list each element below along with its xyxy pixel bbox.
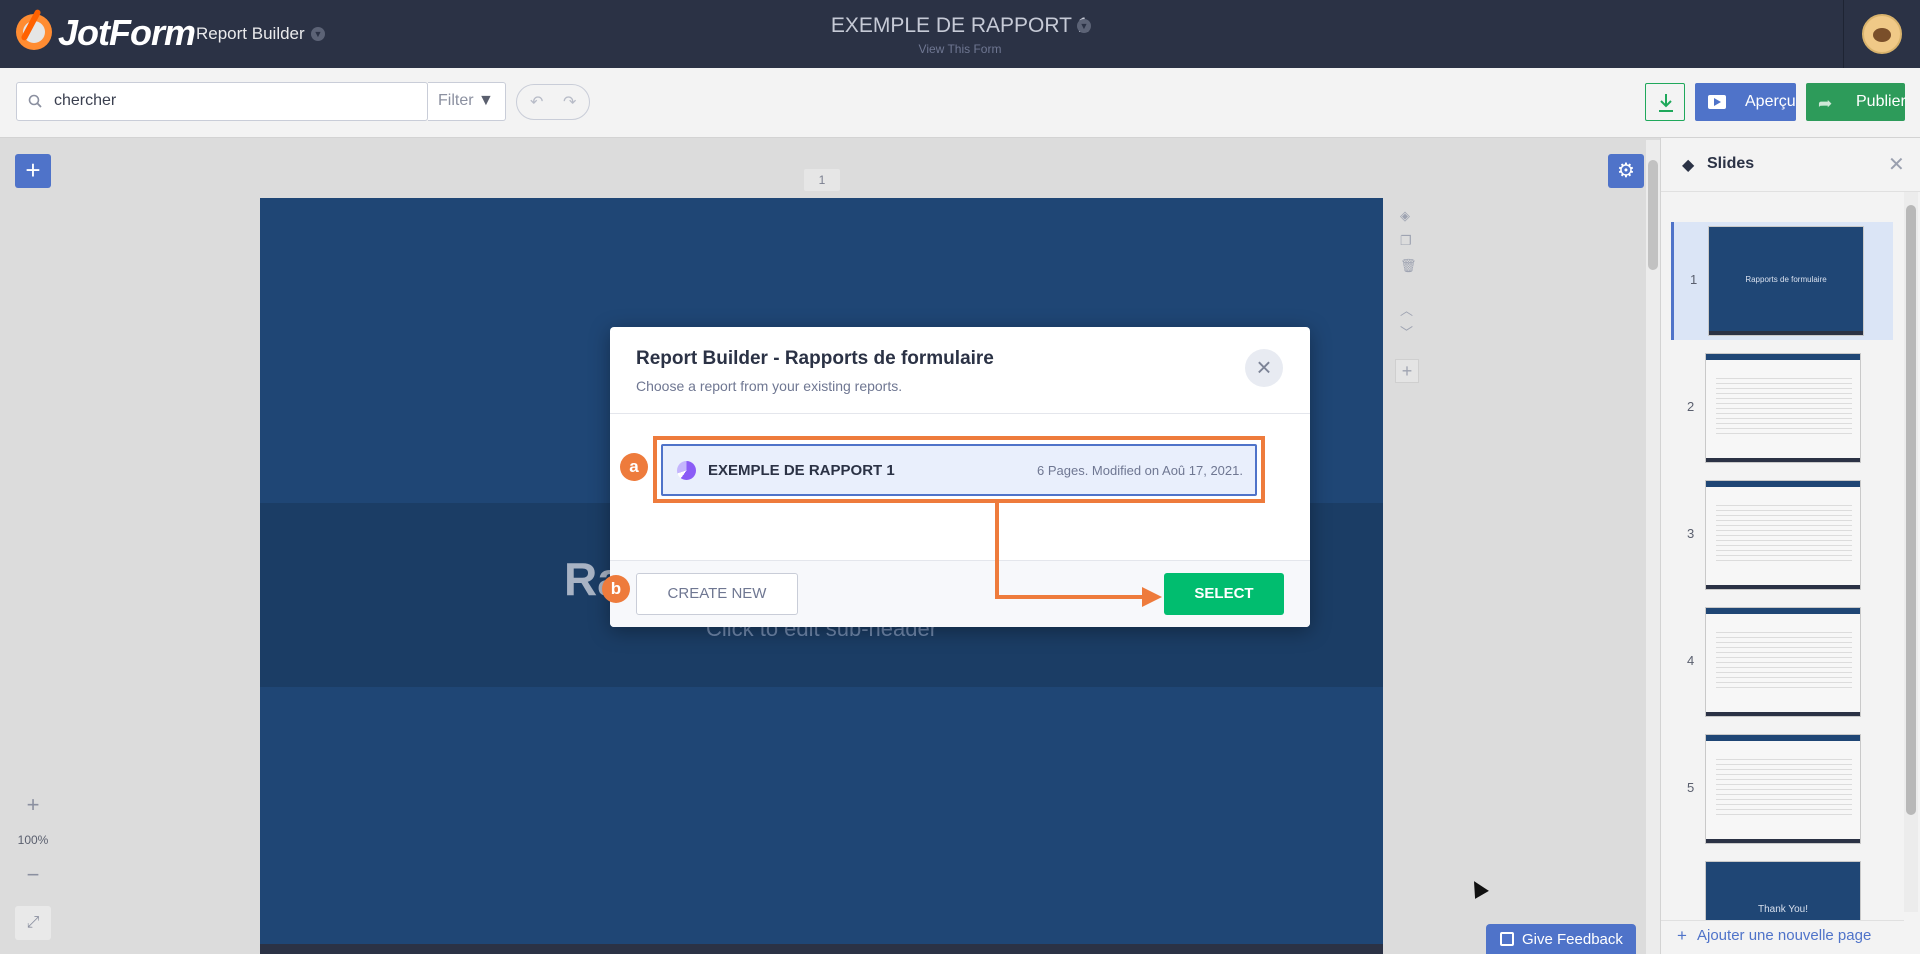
modal-title: Report Builder - Rapports de formulaire [636,348,994,369]
user-avatar[interactable] [1862,14,1902,54]
add-element-button[interactable]: + [15,154,51,188]
slide-thumbnail-item[interactable]: 5 [1671,730,1893,848]
annotation-arrow-line [995,503,999,599]
thumbnail-header [1706,735,1860,741]
move-down-icon[interactable]: ﹀ [1400,322,1413,341]
chevron-down-icon[interactable]: ▼ [311,27,325,41]
thumbnail-footer [1706,585,1860,589]
settings-gear-icon[interactable]: ⚙ [1608,154,1644,188]
annotation-arrow-head-icon [1142,587,1162,607]
zoom-out-button[interactable]: − [15,862,51,890]
thumbnail-content [1716,501,1852,561]
undo-icon[interactable]: ↶ [530,92,543,112]
modal-divider [610,413,1310,414]
close-icon[interactable]: ✕ [1888,152,1905,177]
zoom-in-button[interactable]: + [15,792,51,820]
annotation-arrow-line [995,595,1145,599]
slide-number: 4 [1687,653,1695,668]
topbar-divider [1843,0,1844,68]
redo-icon[interactable]: ↷ [563,92,576,112]
slide-thumbnail[interactable] [1705,353,1861,463]
thumbnail-title: Rapports de formulaire [1745,275,1827,284]
duplicate-icon[interactable]: ❐ [1400,233,1412,249]
thumbnail-content [1716,374,1852,434]
slide-number: 3 [1687,526,1695,541]
create-new-button[interactable]: CREATE NEW [636,573,798,615]
slide-number: 1 [1690,272,1698,287]
fullscreen-expand-icon[interactable]: ⤢ [15,906,51,940]
zoom-level: 100% [17,833,49,847]
modal-subtitle: Choose a report from your existing repor… [636,378,903,394]
slides-scrollbar-thumb[interactable] [1906,205,1916,815]
move-up-icon[interactable]: ︿ [1400,300,1413,319]
thumbnail-header [1706,608,1860,614]
slide-bottom[interactable] [260,687,1383,954]
title-chevron-down-icon[interactable]: ▼ [1077,19,1091,33]
slide-thumbnail-item[interactable]: 4 [1671,603,1893,721]
annotation-badge-b: b [602,575,630,603]
slides-panel-title: Slides [1707,155,1755,172]
plus-icon: + [1677,926,1687,945]
slide-thumbnail[interactable] [1705,734,1861,844]
feedback-edit-icon [1500,932,1514,946]
download-icon [1659,94,1673,112]
filter-label: Filter [438,92,474,109]
thumbnail-header [1706,481,1860,487]
filter-button[interactable]: Filter ▼ [428,82,506,121]
slide-thumbnail[interactable]: Rapports de formulaire [1708,226,1864,336]
search-input[interactable] [52,88,412,114]
select-button[interactable]: SELECT [1164,573,1284,615]
annotation-highlight-box [653,436,1265,503]
slide-thumbnail-item[interactable]: 1 Rapports de formulaire [1671,222,1893,340]
thumbnail-content [1716,755,1852,815]
annotation-badge-a: a [620,453,648,481]
thumbnail-title: Thank You! [1757,904,1809,915]
thumbnail-header [1706,354,1860,360]
undo-redo-group: ↶ ↷ [516,84,590,120]
thumbnail-footer [1709,331,1863,335]
search-icon [28,94,42,108]
app-switcher-label[interactable]: Report Builder [196,24,305,44]
canvas-scrollbar-thumb[interactable] [1648,160,1658,270]
slide-number: 2 [1687,399,1695,414]
layers-icon: ◆ [1682,157,1695,174]
modal-close-icon[interactable]: × [1245,349,1283,387]
slide-number: 5 [1687,780,1695,795]
add-slide-below-button[interactable]: + [1395,359,1419,383]
slides-panel-header [1661,138,1920,192]
slide-thumbnail-item[interactable]: 3 [1671,476,1893,594]
change-layout-icon[interactable]: ◈ [1400,208,1410,224]
filter-funnel-icon: ▼ [478,92,494,109]
page-number: 1 [804,169,840,191]
thumbnail-content [1716,628,1852,688]
thumbnail-footer [1706,712,1860,716]
form-title-text[interactable]: EXEMPLE DE RAPPORT 1 [831,14,1089,37]
preview-play-icon [1708,95,1726,109]
view-form-link[interactable]: View This Form [0,42,1920,56]
slide-thumbnail-item[interactable]: 2 [1671,349,1893,467]
slide-footer [260,944,1383,954]
slide-thumbnail[interactable] [1705,607,1861,717]
download-button[interactable] [1645,83,1685,121]
trash-icon[interactable]: 🗑 [1400,258,1417,274]
add-new-page-button[interactable]: + Ajouter une nouvelle page [1661,920,1904,954]
thumbnail-footer [1706,458,1860,462]
add-page-label: Ajouter une nouvelle page [1697,927,1872,944]
slide-thumbnail[interactable] [1705,480,1861,590]
thumbnail-footer [1706,839,1860,843]
share-arrow-icon: ➦ [1818,94,1833,113]
